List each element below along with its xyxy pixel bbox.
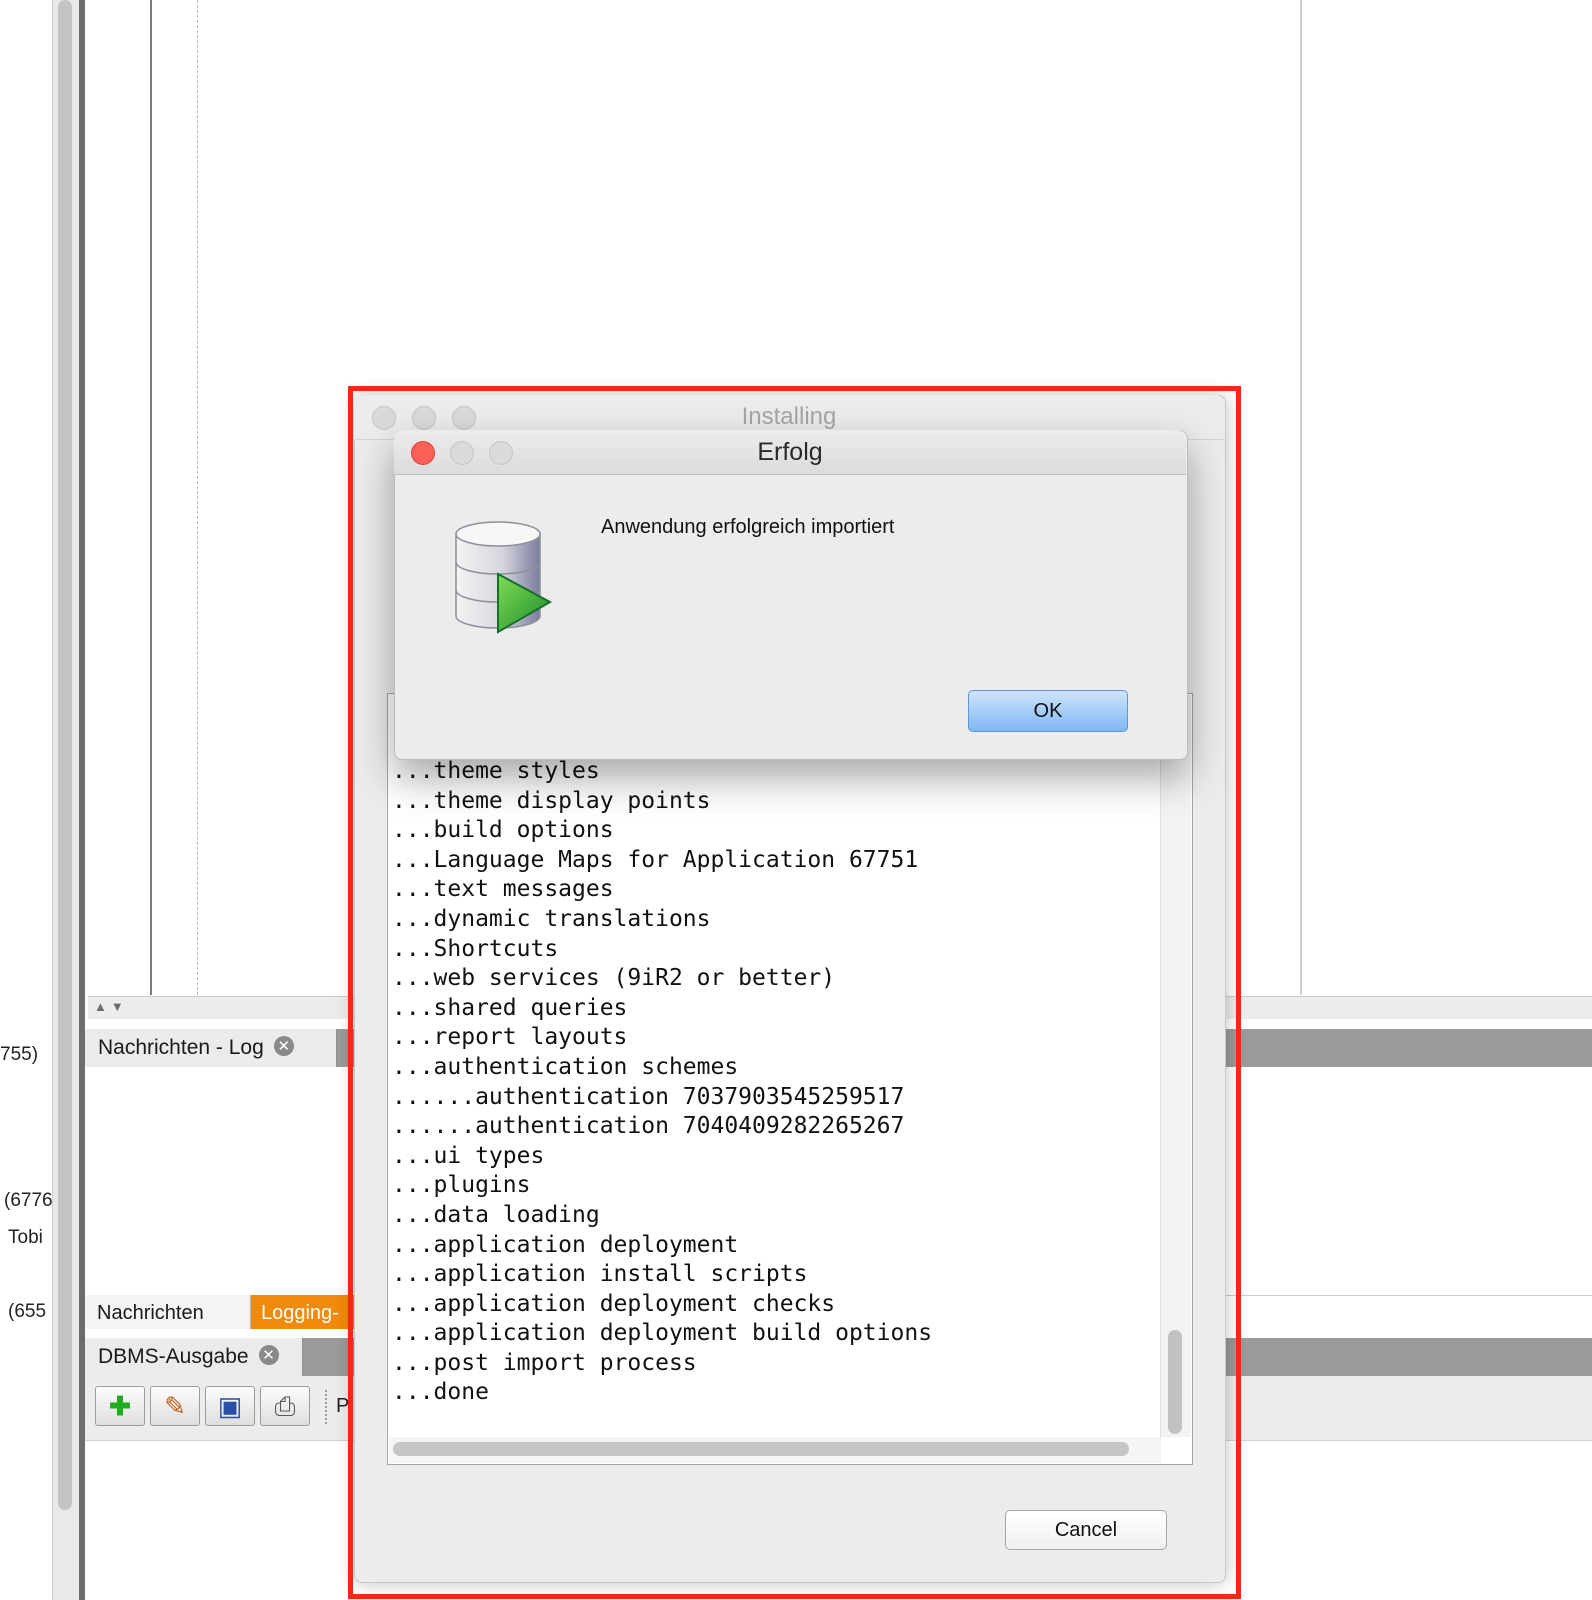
log-line: ...Shortcuts xyxy=(392,935,559,962)
tab-messages-log[interactable]: Nachrichten - Log ✕ xyxy=(85,1029,337,1067)
log-line: ...application deployment build options xyxy=(392,1320,933,1347)
log-line: ...application deployment xyxy=(392,1231,739,1258)
log-line: ...done xyxy=(392,1379,489,1406)
tree-item-text[interactable]: Tobi xyxy=(8,1227,43,1249)
log-line: ...build options xyxy=(392,817,614,844)
ok-button[interactable]: OK xyxy=(968,690,1128,732)
log-vertical-scrollbar[interactable] xyxy=(1160,695,1191,1437)
log-line: ...web services (9iR2 or better) xyxy=(392,965,836,992)
log-line: ...plugins xyxy=(392,1172,531,1199)
close-tab-icon[interactable]: ✕ xyxy=(258,1345,279,1366)
log-line: ...theme styles xyxy=(392,758,600,784)
toolbar-separator xyxy=(325,1390,327,1424)
log-line: ......authentication 7040409282265267 xyxy=(392,1113,905,1140)
installing-title: Installing xyxy=(741,403,837,430)
install-log-lines: ...theme styles ...theme display points … xyxy=(392,757,932,1408)
tab-logging[interactable]: Logging- xyxy=(251,1295,361,1329)
scroll-arrows-icon[interactable]: ▲▼ xyxy=(94,999,128,1014)
log-line: ...ui types xyxy=(392,1142,545,1169)
log-line: ...application deployment checks xyxy=(392,1290,836,1317)
cancel-button[interactable]: Cancel xyxy=(1005,1510,1167,1550)
editor-gutter-line xyxy=(150,0,152,995)
editor-right-margin xyxy=(1300,0,1302,995)
log-line: ...data loading xyxy=(392,1201,600,1228)
tree-item-text[interactable]: (655 xyxy=(8,1301,46,1323)
log-line: ...Language Maps for Application 67751 xyxy=(392,846,919,873)
log-line: ...text messages xyxy=(392,876,614,903)
success-message: Anwendung erfolgreich importiert xyxy=(601,516,895,538)
log-line: ...theme display points xyxy=(392,787,711,814)
left-scrollbar-thumb[interactable] xyxy=(58,0,72,1510)
log-line: ......authentication 7037903545259517 xyxy=(392,1083,905,1110)
tab-label: Nachrichten - Log xyxy=(98,1036,264,1059)
left-tree-panel: 755) (6776 Tobi (655 xyxy=(0,0,53,1600)
close-tab-icon[interactable]: ✕ xyxy=(273,1036,294,1057)
save-icon[interactable]: ▣ xyxy=(205,1386,255,1426)
log-line: ...application install scripts xyxy=(392,1261,808,1288)
tab-dbms-output[interactable]: DBMS-Ausgabe ✕ xyxy=(85,1338,303,1376)
log-horizontal-scroll-thumb[interactable] xyxy=(393,1442,1129,1456)
log-line: ...report layouts xyxy=(392,1024,628,1051)
log-line: ...dynamic translations xyxy=(392,905,711,932)
editor-fold-guide xyxy=(197,0,198,995)
log-vertical-scroll-thumb[interactable] xyxy=(1168,1330,1182,1434)
tree-item-text[interactable]: (6776 xyxy=(4,1190,53,1212)
log-line: ...post import process xyxy=(392,1349,697,1376)
eraser-icon[interactable]: ✎ xyxy=(150,1386,200,1426)
database-run-icon xyxy=(455,521,553,634)
tab-label: DBMS-Ausgabe xyxy=(98,1345,249,1368)
log-line: ...authentication schemes xyxy=(392,1053,739,1080)
print-icon[interactable]: ⎙ xyxy=(260,1386,310,1426)
tree-item-text[interactable]: 755) xyxy=(0,1044,38,1066)
add-icon[interactable]: ✚ xyxy=(95,1386,145,1426)
success-title: Erfolg xyxy=(757,438,823,466)
log-line: ...shared queries xyxy=(392,994,628,1021)
toolbar-label: P xyxy=(336,1395,350,1417)
tab-messages[interactable]: Nachrichten xyxy=(85,1295,251,1329)
